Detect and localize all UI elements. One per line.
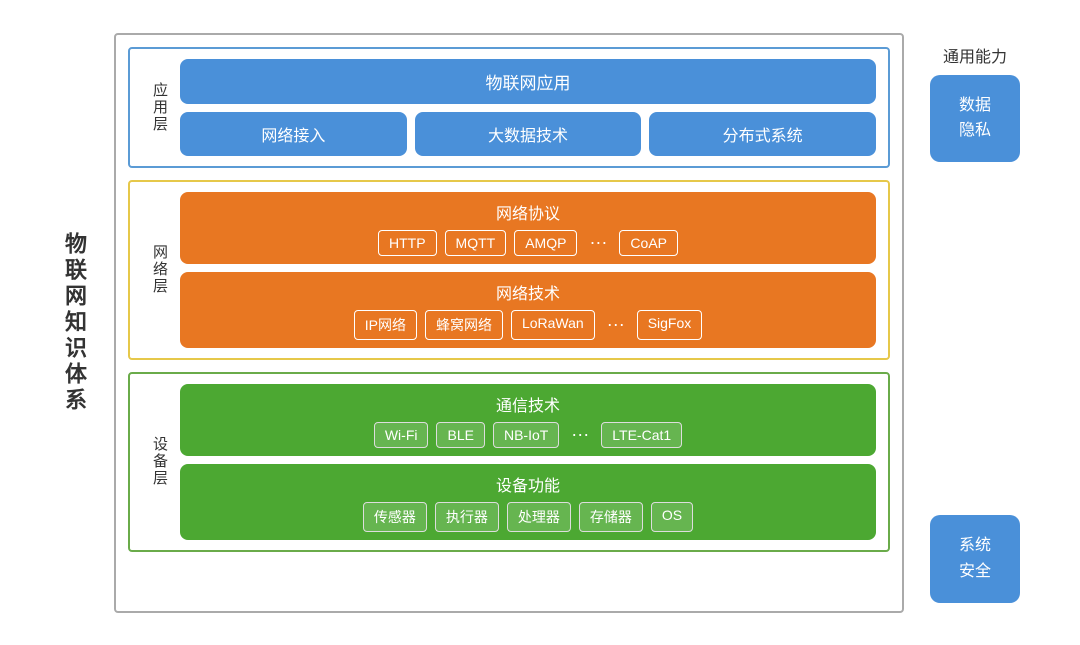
func-item-3: 存储器 <box>579 502 643 532</box>
tech-dots: ··· <box>603 310 629 340</box>
tech-item-1: 蜂窝网络 <box>425 310 503 340</box>
comm-item-0: Wi-Fi <box>374 422 429 448</box>
protocol-item-1: MQTT <box>445 230 507 256</box>
protocol-box-title: 网络协议 <box>192 200 864 224</box>
func-item-4: OS <box>651 502 693 532</box>
protocol-item-4: CoAP <box>619 230 678 256</box>
app-layer: 应用层 物联网应用 网络接入 大数据技术 分布式系统 <box>128 47 890 168</box>
func-items-row: 传感器 执行器 处理器 存储器 OS <box>192 502 864 532</box>
func-item-0: 传感器 <box>363 502 427 532</box>
tech-box: 网络技术 IP网络 蜂窝网络 LoRaWan ··· SigFox <box>180 272 876 348</box>
app-sub-boxes-row: 网络接入 大数据技术 分布式系统 <box>180 112 876 156</box>
dev-layer-content: 通信技术 Wi-Fi BLE NB-IoT ··· LTE-Cat1 设备功能 … <box>180 384 876 540</box>
net-layer: 网络层 网络协议 HTTP MQTT AMQP ··· CoAP 网络技术 <box>128 180 890 360</box>
dev-layer: 设备层 通信技术 Wi-Fi BLE NB-IoT ··· LTE-Cat1 设… <box>128 372 890 552</box>
comm-box-title: 通信技术 <box>192 392 864 416</box>
comm-box: 通信技术 Wi-Fi BLE NB-IoT ··· LTE-Cat1 <box>180 384 876 456</box>
protocol-item-0: HTTP <box>378 230 437 256</box>
right-box-data-privacy: 数据隐私 <box>930 75 1020 162</box>
protocol-items-row: HTTP MQTT AMQP ··· CoAP <box>192 230 864 256</box>
app-sub-box-2: 分布式系统 <box>649 112 876 156</box>
tech-item-4: SigFox <box>637 310 703 340</box>
app-sub-box-1: 大数据技术 <box>415 112 642 156</box>
tech-item-0: IP网络 <box>354 310 417 340</box>
func-box-title: 设备功能 <box>192 472 864 496</box>
tech-item-2: LoRaWan <box>511 310 595 340</box>
net-layer-label: 网络层 <box>142 244 170 295</box>
func-item-2: 处理器 <box>507 502 571 532</box>
outer-container: 物联网知识体系 应用层 物联网应用 网络接入 大数据技术 分布式系统 网络层 <box>50 33 1030 613</box>
app-layer-content: 物联网应用 网络接入 大数据技术 分布式系统 <box>180 59 876 156</box>
func-box: 设备功能 传感器 执行器 处理器 存储器 OS <box>180 464 876 540</box>
left-label: 物联网知识体系 <box>50 33 98 613</box>
protocol-dots: ··· <box>585 230 611 256</box>
net-layer-content: 网络协议 HTTP MQTT AMQP ··· CoAP 网络技术 IP网络 蜂… <box>180 192 876 348</box>
main-frame: 应用层 物联网应用 网络接入 大数据技术 分布式系统 网络层 网络协议 <box>114 33 904 613</box>
app-layer-label: 应用层 <box>142 82 170 133</box>
func-item-1: 执行器 <box>435 502 499 532</box>
app-sub-box-0: 网络接入 <box>180 112 407 156</box>
protocol-box: 网络协议 HTTP MQTT AMQP ··· CoAP <box>180 192 876 264</box>
comm-dots: ··· <box>567 422 593 448</box>
right-box-system-security: 系统安全 <box>930 515 1020 602</box>
comm-item-2: NB-IoT <box>493 422 559 448</box>
iot-app-box: 物联网应用 <box>180 59 876 104</box>
comm-items-row: Wi-Fi BLE NB-IoT ··· LTE-Cat1 <box>192 422 864 448</box>
app-layer-row: 应用层 物联网应用 网络接入 大数据技术 分布式系统 <box>142 59 876 156</box>
dev-layer-label: 设备层 <box>142 436 170 487</box>
comm-item-4: LTE-Cat1 <box>601 422 682 448</box>
tech-box-title: 网络技术 <box>192 280 864 304</box>
right-top-label: 通用能力 <box>943 43 1007 67</box>
protocol-item-2: AMQP <box>514 230 577 256</box>
right-panel: 通用能力 数据隐私 系统安全 <box>920 33 1030 613</box>
tech-items-row: IP网络 蜂窝网络 LoRaWan ··· SigFox <box>192 310 864 340</box>
comm-item-1: BLE <box>436 422 484 448</box>
